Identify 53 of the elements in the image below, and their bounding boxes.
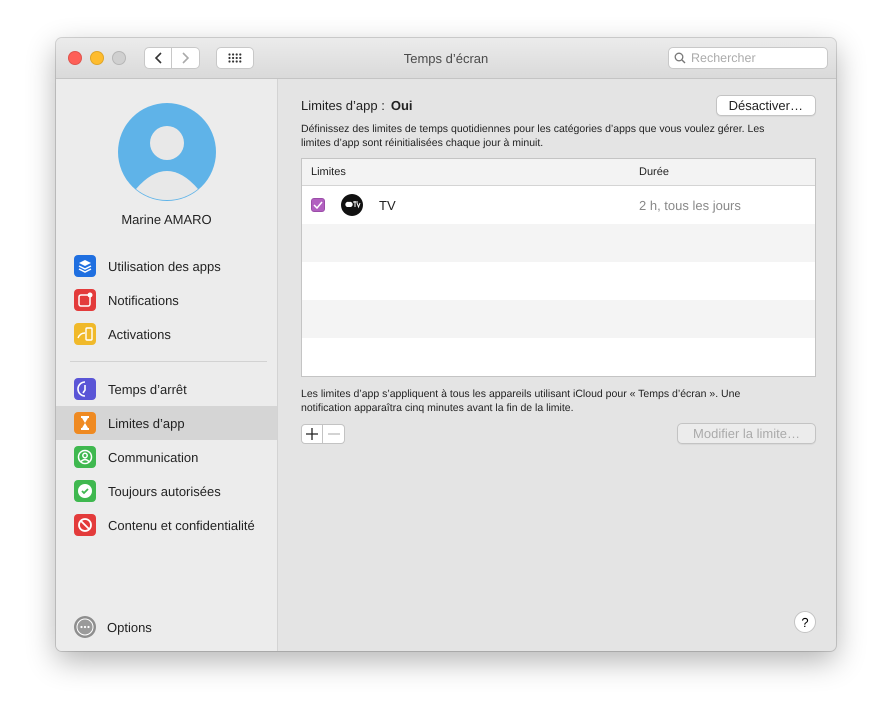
description-text: Définissez des limites de temps quotidiennes pour les catégories d’apps que vous voulez gérer. Les limites d’app sont réinitialisées chaque jour à minuit. [301,122,766,150]
forbidden-icon [74,514,96,536]
user-name: Marine AMARO [121,212,212,227]
person-icon [74,446,96,468]
minus-icon [328,432,340,434]
item-label: Limites d’app [108,416,185,430]
sidebar-item[interactable]: Contenu et confidentialité [56,508,277,542]
minimize-button[interactable] [90,51,104,65]
search-icon [674,52,686,64]
item-label: Contenu et confidentialité [108,518,255,532]
column-header: Limites [310,166,347,178]
sidebar-item[interactable]: Communication [56,440,277,474]
item-label: Activations [108,326,171,342]
more-icon[interactable] [73,615,97,639]
duration-text: 2 h, tous les jours [638,198,742,212]
sidebar-item[interactable]: Notifications [56,283,277,317]
status-value: Oui [390,98,412,113]
avatar-icon [118,103,216,201]
sidebar-item[interactable]: Limites d’app [56,406,277,440]
app-name: TV [379,198,396,212]
sidebar-item[interactable]: Toujours autorisées [56,474,277,508]
tv-app-icon [341,194,363,216]
add-button[interactable] [301,424,323,444]
status-label: Limites d’app : [301,98,385,113]
item-label: Utilisation des apps [108,258,221,274]
downtime-icon [74,378,96,400]
disable-button[interactable]: Désactiver… [716,95,816,116]
pickup-icon [74,323,96,345]
chevron-left-icon [154,52,162,64]
options-label[interactable]: Options [107,620,152,634]
item-label: Notifications [108,292,179,308]
sidebar-item[interactable]: Temps d’arrêt [56,372,277,406]
note-text: Les limites d’app s’appliquent à tous les appareils utilisant iCloud pour « Temps d’écran ». Une notification apparaîtra cinq minutes avant la fin de la limite. [301,387,742,415]
item-label: Communication [108,450,198,464]
window-title: Temps d’écran [404,50,488,66]
plus-icon [306,428,318,440]
item-label: Toujours autorisées [108,484,221,498]
sidebar-item[interactable]: Activations [56,317,277,351]
help-button[interactable]: ? [794,611,816,633]
search-field[interactable]: Rechercher [668,47,828,69]
chevron-right-icon [182,52,190,64]
layers-icon [74,255,96,277]
back-button[interactable] [144,47,172,69]
checkbox[interactable] [311,198,325,212]
column-header: Durée [638,166,670,178]
hourglass-icon [74,412,96,434]
item-label: Temps d’arrêt [108,382,187,396]
close-button[interactable] [68,51,82,65]
grid-icon [228,53,242,63]
notification-icon [74,289,96,311]
check-icon [74,480,96,502]
show-all-button[interactable] [216,47,254,69]
sidebar-item[interactable]: Utilisation des apps [56,249,277,283]
